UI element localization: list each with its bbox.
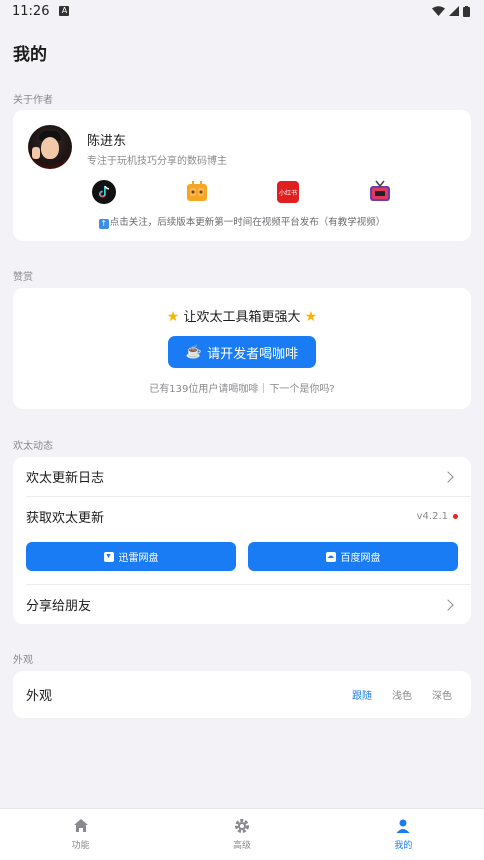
appearance-row: 外观 跟随 浅色 深色	[13, 675, 471, 714]
tiktok-icon[interactable]	[92, 180, 116, 204]
person-icon	[396, 819, 410, 833]
buy-coffee-button[interactable]: ☕ 请开发者喝咖啡	[168, 336, 316, 368]
changelog-row[interactable]: 欢太更新日志	[13, 457, 471, 496]
status-time: 11:26	[12, 3, 50, 19]
nav-advanced-label: 高级	[232, 841, 251, 851]
cloud-icon: ☁	[325, 551, 336, 562]
changelog-label: 欢太更新日志	[26, 471, 105, 486]
bilibili-icon[interactable]	[185, 180, 209, 204]
page-title: 我的	[13, 45, 47, 65]
donate-count: 已有139位用户请喝咖啡	[149, 384, 259, 395]
author-card: 陈进东 专注于玩机技巧分享的数码博主 小红书 ↑ 点击关注，后续版本更新第一时间在…	[13, 110, 471, 241]
nav-mine[interactable]: 我的	[323, 809, 484, 860]
theme-dark-option[interactable]: 深色	[432, 687, 452, 702]
gear-icon	[234, 819, 249, 833]
news-card: 欢太更新日志 获取欢太更新 v4.2.1 ▼ 迅雷网盘 ☁ 百度网盘 分享给朋友	[13, 457, 471, 624]
coffee-icon: ☕	[185, 344, 203, 359]
donate-stats: 已有139位用户请喝咖啡 下一个是你吗?	[13, 380, 471, 395]
wifi-icon	[432, 6, 445, 16]
get-update-row: 获取欢太更新 v4.2.1	[13, 497, 471, 536]
baidu-download-button[interactable]: ☁ 百度网盘	[248, 542, 458, 571]
follow-tip-text: 点击关注，后续版本更新第一时间在视频平台发布（有教学视频）	[109, 217, 386, 228]
theme-options: 跟随 浅色 深色	[352, 687, 452, 702]
section-label-news: 欢太动态	[13, 441, 53, 452]
tv-icon[interactable]	[368, 180, 392, 204]
donate-title-text: 让欢太工具箱更强大	[183, 310, 301, 325]
update-dot-icon	[453, 514, 458, 519]
author-name: 陈进东	[87, 134, 127, 149]
version-text: v4.2.1	[416, 511, 448, 522]
share-row[interactable]: 分享给朋友	[13, 585, 471, 624]
baidu-label: 百度网盘	[340, 553, 381, 564]
bottom-nav: 功能 高级 我的	[0, 808, 484, 860]
section-label-about: 关于作者	[13, 95, 53, 106]
author-description: 专注于玩机技巧分享的数码博主	[87, 156, 227, 167]
donate-next: 下一个是你吗?	[269, 384, 335, 395]
theme-follow-option[interactable]: 跟随	[352, 687, 372, 702]
battery-icon	[463, 5, 470, 17]
status-bar: 11:26 A	[0, 0, 484, 22]
author-avatar[interactable]	[28, 125, 72, 169]
nav-mine-label: 我的	[394, 841, 413, 851]
donate-title: ★ 让欢太工具箱更强大 ★	[13, 306, 471, 325]
xunlei-label: 迅雷网盘	[118, 553, 159, 564]
nav-functions[interactable]: 功能	[0, 809, 161, 860]
star-icon: ★	[304, 309, 318, 325]
platform-links: 小红书	[13, 180, 471, 206]
star-icon: ★	[166, 309, 180, 325]
share-label: 分享给朋友	[26, 599, 92, 614]
signal-icon	[449, 6, 459, 16]
donate-card: ★ 让欢太工具箱更强大 ★ ☕ 请开发者喝咖啡 已有139位用户请喝咖啡 下一个是…	[13, 288, 471, 409]
xunlei-download-button[interactable]: ▼ 迅雷网盘	[26, 542, 236, 571]
arrow-up-icon: ↑	[98, 219, 109, 229]
get-update-label: 获取欢太更新	[26, 511, 105, 526]
buy-coffee-label: 请开发者喝咖啡	[207, 345, 299, 361]
section-label-donate: 赞赏	[13, 272, 33, 283]
nav-functions-label: 功能	[71, 841, 90, 851]
xiaohongshu-icon[interactable]: 小红书	[277, 181, 299, 203]
home-icon	[73, 819, 88, 832]
nav-advanced[interactable]: 高级	[161, 809, 322, 860]
notification-icon: A	[59, 6, 70, 16]
chevron-right-icon	[442, 598, 454, 611]
download-icon: ▼	[103, 551, 114, 562]
section-label-appearance: 外观	[13, 655, 33, 666]
chevron-right-icon	[442, 470, 454, 483]
theme-light-option[interactable]: 浅色	[392, 687, 412, 702]
follow-tip: ↑ 点击关注，后续版本更新第一时间在视频平台发布（有教学视频）	[13, 214, 471, 229]
appearance-label: 外观	[26, 689, 53, 704]
version-info: v4.2.1	[417, 511, 458, 522]
appearance-card: 外观 跟随 浅色 深色	[13, 671, 471, 718]
